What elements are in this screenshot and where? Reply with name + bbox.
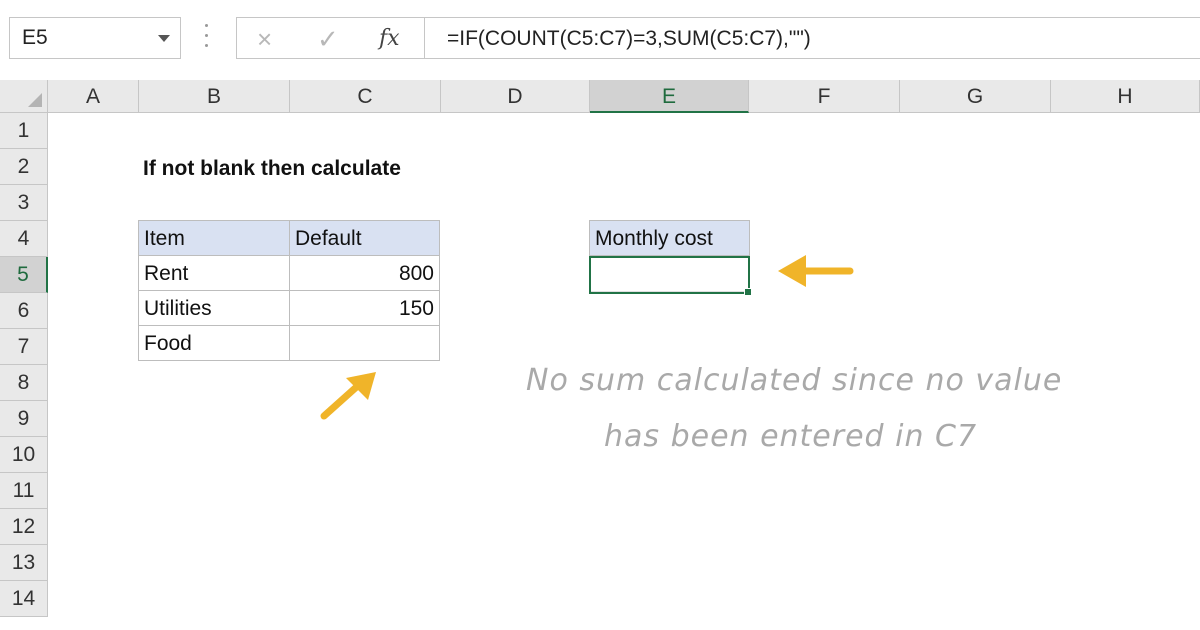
column-header-h[interactable]: H — [1051, 80, 1200, 113]
arrow-left-icon — [778, 255, 854, 287]
formula-bar: E5 × ✓ fx =IF(COUNT(C5:C7)=3,SUM(C5:C7),… — [0, 0, 1200, 80]
column-header-b[interactable]: B — [139, 80, 290, 113]
table-header-default[interactable]: Default — [289, 220, 440, 256]
result-header[interactable]: Monthly cost — [589, 220, 750, 256]
arrow-up-right-icon — [320, 372, 376, 420]
chevron-down-icon[interactable] — [158, 35, 170, 42]
select-all-button[interactable] — [0, 80, 48, 113]
enter-icon[interactable]: ✓ — [317, 24, 339, 55]
row-header-6[interactable]: 6 — [0, 293, 48, 329]
row-header-9[interactable]: 9 — [0, 401, 48, 437]
name-box-value[interactable]: E5 — [22, 26, 48, 50]
column-header-c[interactable]: C — [290, 80, 441, 113]
formula-buttons: × ✓ fx — [236, 17, 424, 59]
table-cell-item[interactable]: Food — [138, 325, 290, 361]
worksheet-grid[interactable]: A B C D E F G H 1 2 3 4 5 6 7 8 9 10 11 … — [0, 80, 1200, 630]
row-header-13[interactable]: 13 — [0, 545, 48, 581]
row-header-2[interactable]: 2 — [0, 149, 48, 185]
annotation-line-1: No sum calculated since no value — [526, 363, 1063, 398]
column-header-a[interactable]: A — [48, 80, 139, 113]
column-header-d[interactable]: D — [441, 80, 590, 113]
column-header-g[interactable]: G — [900, 80, 1051, 113]
row-header-11[interactable]: 11 — [0, 473, 48, 509]
row-header-12[interactable]: 12 — [0, 509, 48, 545]
formula-input[interactable]: =IF(COUNT(C5:C7)=3,SUM(C5:C7),"") — [424, 17, 1200, 59]
row-header-7[interactable]: 7 — [0, 329, 48, 365]
column-header-e[interactable]: E — [590, 80, 749, 113]
table-header-item[interactable]: Item — [138, 220, 290, 256]
row-header-1[interactable]: 1 — [0, 113, 48, 149]
cancel-icon[interactable]: × — [257, 24, 272, 55]
fill-handle[interactable] — [744, 288, 752, 296]
annotation-line-2: has been entered in C7 — [604, 419, 978, 454]
table-cell-default-empty[interactable] — [289, 325, 440, 361]
name-box[interactable]: E5 — [9, 17, 181, 59]
row-header-4[interactable]: 4 — [0, 221, 48, 257]
formula-text[interactable]: =IF(COUNT(C5:C7)=3,SUM(C5:C7),"") — [447, 27, 811, 51]
active-cell-selection[interactable] — [589, 256, 752, 296]
sheet-title[interactable]: If not blank then calculate — [143, 157, 401, 181]
table-cell-default[interactable]: 150 — [289, 290, 440, 326]
row-header-3[interactable]: 3 — [0, 185, 48, 221]
row-header-5[interactable]: 5 — [0, 257, 48, 293]
insert-function-icon[interactable]: fx — [379, 26, 400, 51]
row-header-8[interactable]: 8 — [0, 365, 48, 401]
row-header-10[interactable]: 10 — [0, 437, 48, 473]
column-header-f[interactable]: F — [749, 80, 900, 113]
drag-handle-icon[interactable] — [205, 24, 209, 52]
row-header-14[interactable]: 14 — [0, 581, 48, 617]
table-cell-item[interactable]: Rent — [138, 255, 290, 291]
table-cell-default[interactable]: 800 — [289, 255, 440, 291]
table-cell-item[interactable]: Utilities — [138, 290, 290, 326]
